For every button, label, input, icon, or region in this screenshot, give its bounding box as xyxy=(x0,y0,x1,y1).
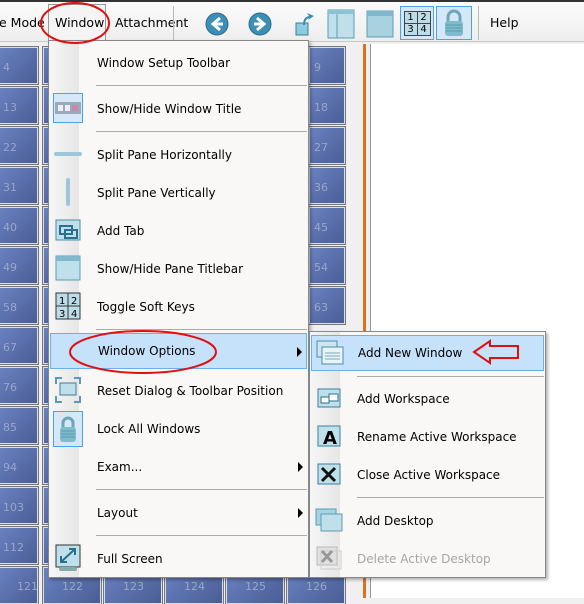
annotation-arrow xyxy=(472,339,519,365)
annotation-circle-window-menu xyxy=(40,2,110,44)
annotation-layer xyxy=(40,2,519,374)
annotation-circle-window-options xyxy=(69,330,217,374)
